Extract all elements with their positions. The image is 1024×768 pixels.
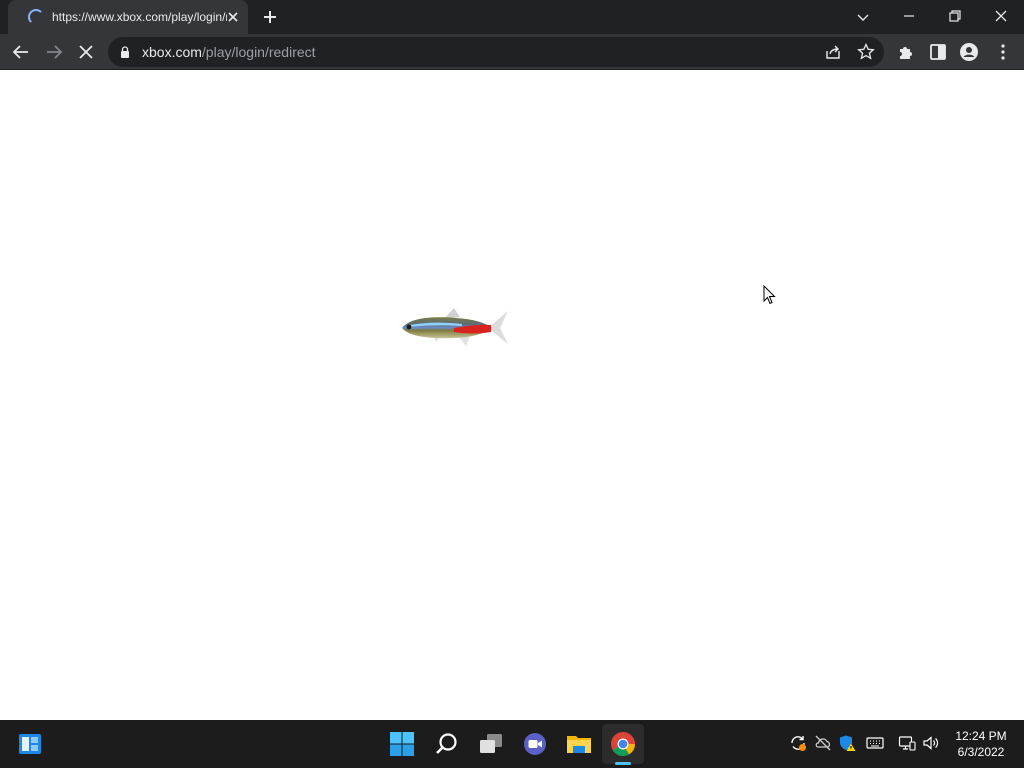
mouse-cursor-icon [763, 285, 776, 305]
browser-tab-strip: https://www.xbox.com/play/login/redirect [0, 0, 1024, 34]
puzzle-icon[interactable] [895, 41, 917, 63]
back-arrow-icon[interactable] [10, 41, 32, 63]
side-panel-icon[interactable] [927, 41, 949, 63]
forward-arrow-icon[interactable] [43, 41, 65, 63]
url-path: /play/login/redirect [201, 44, 316, 60]
browser-toolbar: xbox.com/play/login/redirect [0, 34, 1024, 70]
clock-time: 12:24 PM [955, 729, 1007, 743]
neon-tetra-fish-image [402, 308, 508, 346]
profile-icon[interactable] [958, 41, 980, 63]
tab-search-chevron-icon[interactable] [853, 7, 873, 27]
volume-icon[interactable] [922, 734, 940, 752]
file-explorer-icon[interactable] [566, 731, 592, 757]
keyboard-icon[interactable] [866, 734, 884, 752]
minimize-icon[interactable] [898, 5, 920, 27]
address-bar[interactable]: xbox.com/play/login/redirect [108, 37, 884, 67]
lock-icon[interactable] [118, 45, 132, 59]
active-app-indicator [615, 762, 631, 765]
loading-spinner-icon [28, 9, 44, 25]
update-icon[interactable] [789, 734, 807, 752]
new-tab-plus-icon[interactable] [260, 7, 280, 27]
page-content [0, 70, 1024, 720]
star-icon[interactable] [856, 42, 876, 62]
close-tab-icon[interactable] [224, 8, 242, 26]
browser-tab[interactable]: https://www.xbox.com/play/login/redirect [8, 0, 248, 34]
teams-chat-icon[interactable] [522, 731, 548, 757]
security-warning-icon[interactable] [838, 734, 856, 752]
stop-loading-icon[interactable] [75, 41, 97, 63]
close-window-icon[interactable] [990, 5, 1012, 27]
system-clock[interactable]: 12:24 PM 6/3/2022 [950, 728, 1012, 760]
chrome-icon[interactable] [610, 731, 636, 757]
url-text[interactable]: xbox.com/play/login/redirect [142, 44, 316, 60]
search-icon[interactable] [434, 731, 460, 757]
tab-title: https://www.xbox.com/play/login/redirect [52, 10, 227, 24]
windows-taskbar: 12:24 PM 6/3/2022 [0, 720, 1024, 768]
task-view-icon[interactable] [478, 731, 504, 757]
widgets-icon[interactable] [17, 731, 43, 757]
network-icon[interactable] [898, 734, 916, 752]
clock-date: 6/3/2022 [957, 745, 1005, 759]
start-windows-icon[interactable] [389, 731, 415, 757]
onedrive-offline-icon[interactable] [814, 734, 832, 752]
url-host: xbox.com [142, 44, 202, 60]
share-icon[interactable] [823, 42, 843, 62]
restore-icon[interactable] [944, 5, 966, 27]
kebab-menu-icon[interactable] [992, 41, 1014, 63]
